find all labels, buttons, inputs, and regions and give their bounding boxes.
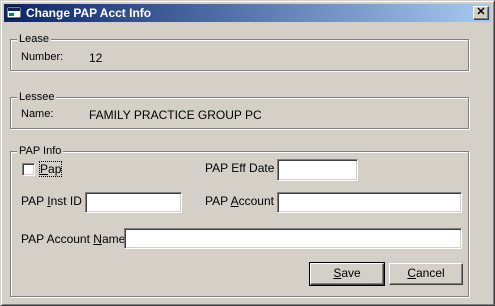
close-button[interactable]: ✕	[473, 6, 489, 20]
pap-inst-id-field[interactable]	[85, 192, 182, 213]
lessee-name-value: FAMILY PRACTICE GROUP PC	[89, 108, 262, 122]
dialog-window: Change PAP Acct Info ✕ Lease Number: 12 …	[0, 0, 495, 306]
pap-checkbox-label[interactable]: Pap	[38, 161, 63, 177]
title-bar[interactable]: Change PAP Acct Info ✕	[4, 4, 491, 22]
pap-info-group-label: PAP Info	[17, 144, 64, 158]
lessee-name-label: Name:	[21, 108, 54, 120]
pap-account-name-field[interactable]	[124, 228, 462, 249]
lease-group: Lease	[10, 32, 469, 71]
pap-account-field[interactable]	[277, 192, 462, 213]
pap-checkbox[interactable]	[22, 163, 35, 176]
lessee-group-label: Lessee	[17, 90, 57, 104]
pap-eff-date-label: PAP Eff Date :	[205, 161, 282, 175]
save-button[interactable]: Save	[309, 262, 385, 286]
pap-account-label: PAP Account :	[205, 194, 281, 208]
pap-eff-date-field[interactable]	[277, 159, 358, 181]
lease-number-value: 12	[89, 51, 103, 65]
window-title: Change PAP Acct Info	[26, 6, 152, 20]
app-icon	[7, 6, 21, 19]
pap-account-name-label: PAP Account Name:	[21, 232, 129, 246]
cancel-button[interactable]: Cancel	[389, 263, 463, 285]
lease-group-label: Lease	[17, 32, 51, 46]
pap-inst-id-label: PAP Inst ID :	[21, 194, 89, 208]
lease-number-label: Number:	[21, 51, 64, 63]
